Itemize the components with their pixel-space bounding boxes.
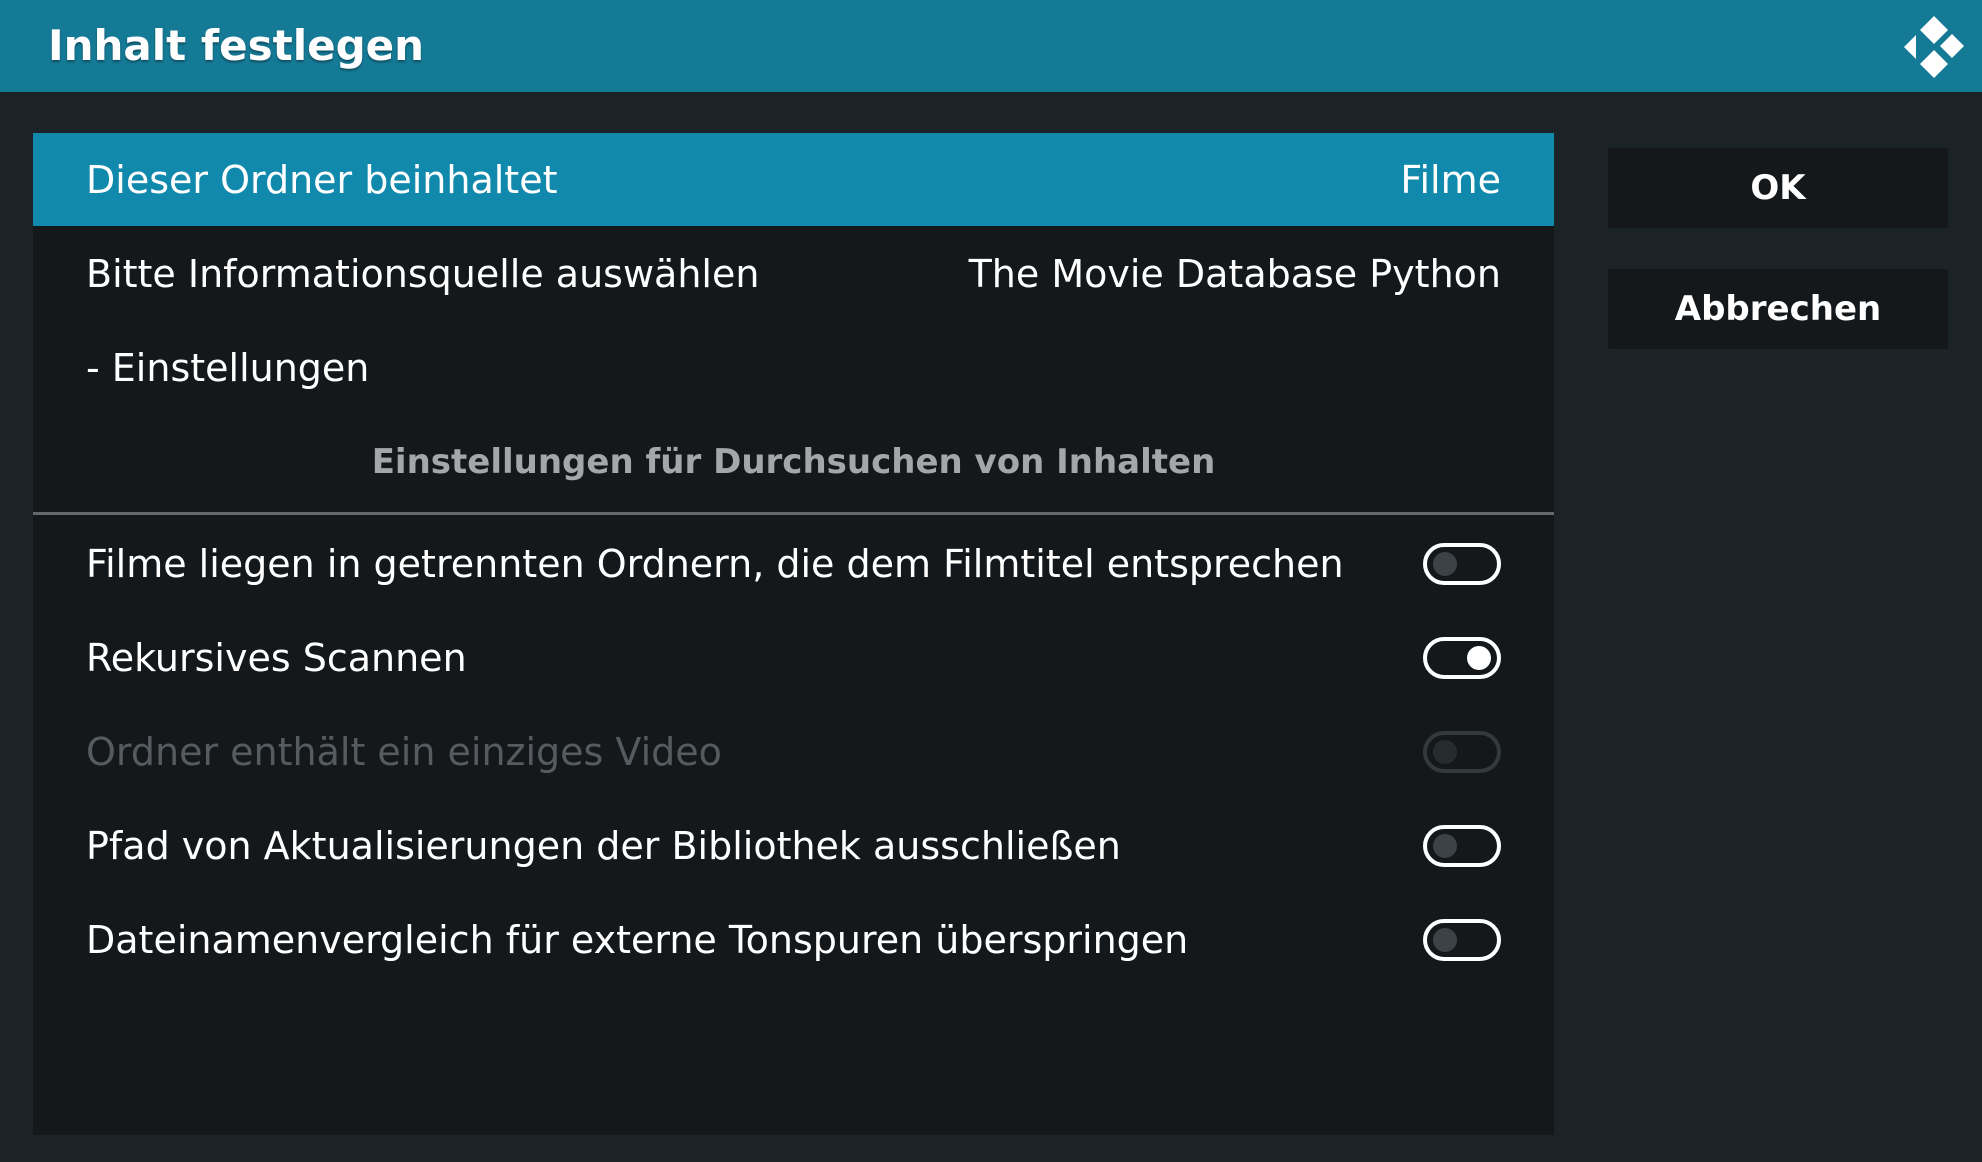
toggle-knob bbox=[1433, 739, 1457, 764]
kodi-logo-icon bbox=[1904, 16, 1964, 78]
option-label: Dateinamenvergleich für externe Tonspure… bbox=[86, 917, 1189, 962]
info-source-value: The Movie Database Python bbox=[968, 251, 1501, 296]
toggle-switch[interactable] bbox=[1423, 542, 1501, 585]
settings-panel: Dieser Ordner beinhaltet Filme Bitte Inf… bbox=[33, 133, 1554, 1135]
toggle-switch[interactable] bbox=[1423, 918, 1501, 961]
option-row-recursive-scan[interactable]: Rekursives Scannen bbox=[33, 611, 1554, 704]
toggle-switch bbox=[1423, 730, 1501, 773]
toggle-knob bbox=[1467, 645, 1491, 670]
section-header: Einstellungen für Durchsuchen von Inhalt… bbox=[371, 441, 1216, 482]
content-type-value: Filme bbox=[1400, 157, 1501, 202]
scraper-settings-row[interactable]: - Einstellungen bbox=[33, 321, 1554, 414]
toggle-switch[interactable] bbox=[1423, 636, 1501, 679]
content-type-label: Dieser Ordner beinhaltet bbox=[86, 157, 558, 202]
content-type-row[interactable]: Dieser Ordner beinhaltet Filme bbox=[33, 133, 1554, 226]
toggle-switch[interactable] bbox=[1423, 824, 1501, 867]
option-label: Filme liegen in getrennten Ordnern, die … bbox=[86, 541, 1344, 586]
toggle-knob bbox=[1433, 833, 1457, 858]
info-source-row[interactable]: Bitte Informationsquelle auswählen The M… bbox=[33, 227, 1554, 320]
dialog-title: Inhalt festlegen bbox=[48, 21, 425, 70]
option-label: Pfad von Aktualisierungen der Bibliothek… bbox=[86, 823, 1121, 868]
ok-button[interactable]: OK bbox=[1608, 148, 1948, 228]
option-label: Ordner enthält ein einziges Video bbox=[86, 729, 722, 774]
scraper-settings-label: - Einstellungen bbox=[86, 345, 370, 390]
info-source-label: Bitte Informationsquelle auswählen bbox=[86, 251, 760, 296]
toggle-knob bbox=[1433, 551, 1457, 576]
option-row-single-video: Ordner enthält ein einziges Video bbox=[33, 705, 1554, 798]
toggle-knob bbox=[1433, 927, 1457, 952]
cancel-button[interactable]: Abbrechen bbox=[1608, 269, 1948, 349]
option-row-exclude-path[interactable]: Pfad von Aktualisierungen der Bibliothek… bbox=[33, 799, 1554, 892]
option-label: Rekursives Scannen bbox=[86, 635, 467, 680]
dialog-titlebar: Inhalt festlegen bbox=[0, 0, 1982, 92]
option-row-separate-folders[interactable]: Filme liegen in getrennten Ordnern, die … bbox=[33, 517, 1554, 610]
section-divider bbox=[33, 512, 1554, 515]
option-row-skip-audio-match[interactable]: Dateinamenvergleich für externe Tonspure… bbox=[33, 893, 1554, 986]
